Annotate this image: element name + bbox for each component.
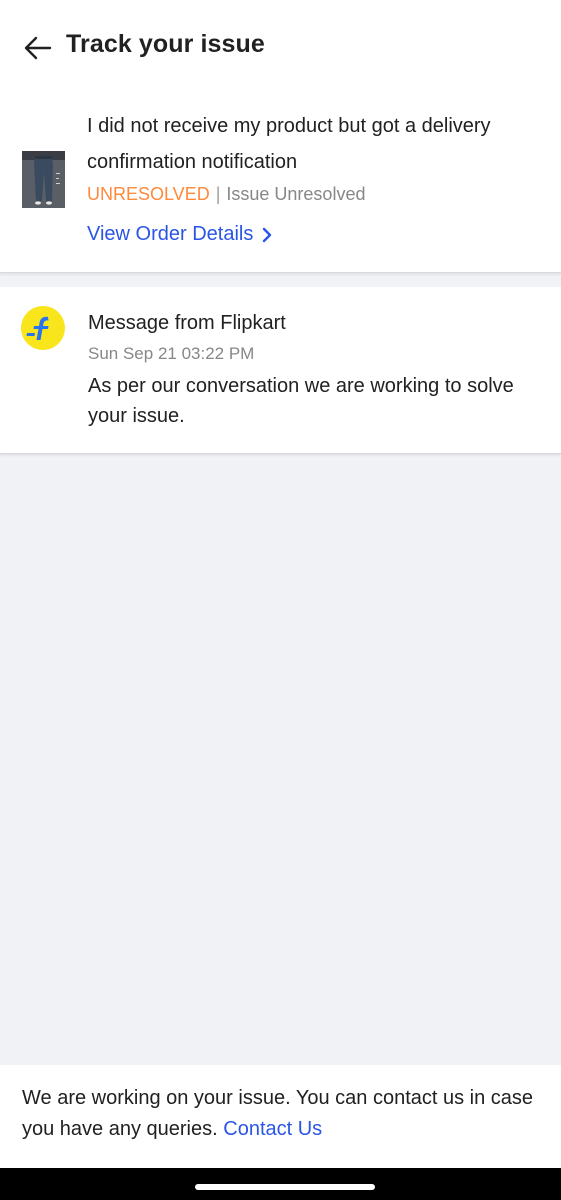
- flipkart-logo-icon: [21, 306, 65, 350]
- issue-title: I did not receive my product but got a d…: [87, 115, 491, 173]
- contact-footer: We are working on your issue. You can co…: [0, 1065, 561, 1168]
- status-text: Issue Unresolved: [226, 184, 366, 204]
- issue-status: UNRESOLVED | Issue Unresolved: [87, 184, 365, 205]
- view-order-details-label: View Order Details: [87, 223, 254, 245]
- home-indicator[interactable]: [195, 1184, 375, 1190]
- page-title: Track your issue: [66, 30, 265, 58]
- message-body: As per our conversation we are working t…: [88, 375, 514, 427]
- contact-us-link[interactable]: Contact Us: [223, 1118, 322, 1140]
- message-sender: Message from Flipkart: [88, 312, 286, 334]
- back-button[interactable]: [18, 30, 58, 66]
- message-timestamp: Sun Sep 21 03:22 PM: [88, 344, 255, 363]
- system-navigation-bar: [0, 1168, 561, 1200]
- status-separator: |: [215, 184, 221, 204]
- view-order-details-link[interactable]: View Order Details: [87, 223, 273, 246]
- jeans-product-image: [22, 151, 65, 208]
- message-card: Message from Flipkart Sun Sep 21 03:22 P…: [0, 287, 561, 454]
- footer-message: We are working on your issue. You can co…: [22, 1083, 542, 1145]
- app-header: Track your issue: [0, 0, 561, 96]
- status-badge: UNRESOLVED: [87, 184, 210, 204]
- chevron-right-icon: [261, 227, 273, 243]
- arrow-left-icon: [24, 36, 52, 60]
- issue-card: I did not receive my product but got a d…: [0, 96, 561, 273]
- product-thumbnail[interactable]: [22, 151, 65, 208]
